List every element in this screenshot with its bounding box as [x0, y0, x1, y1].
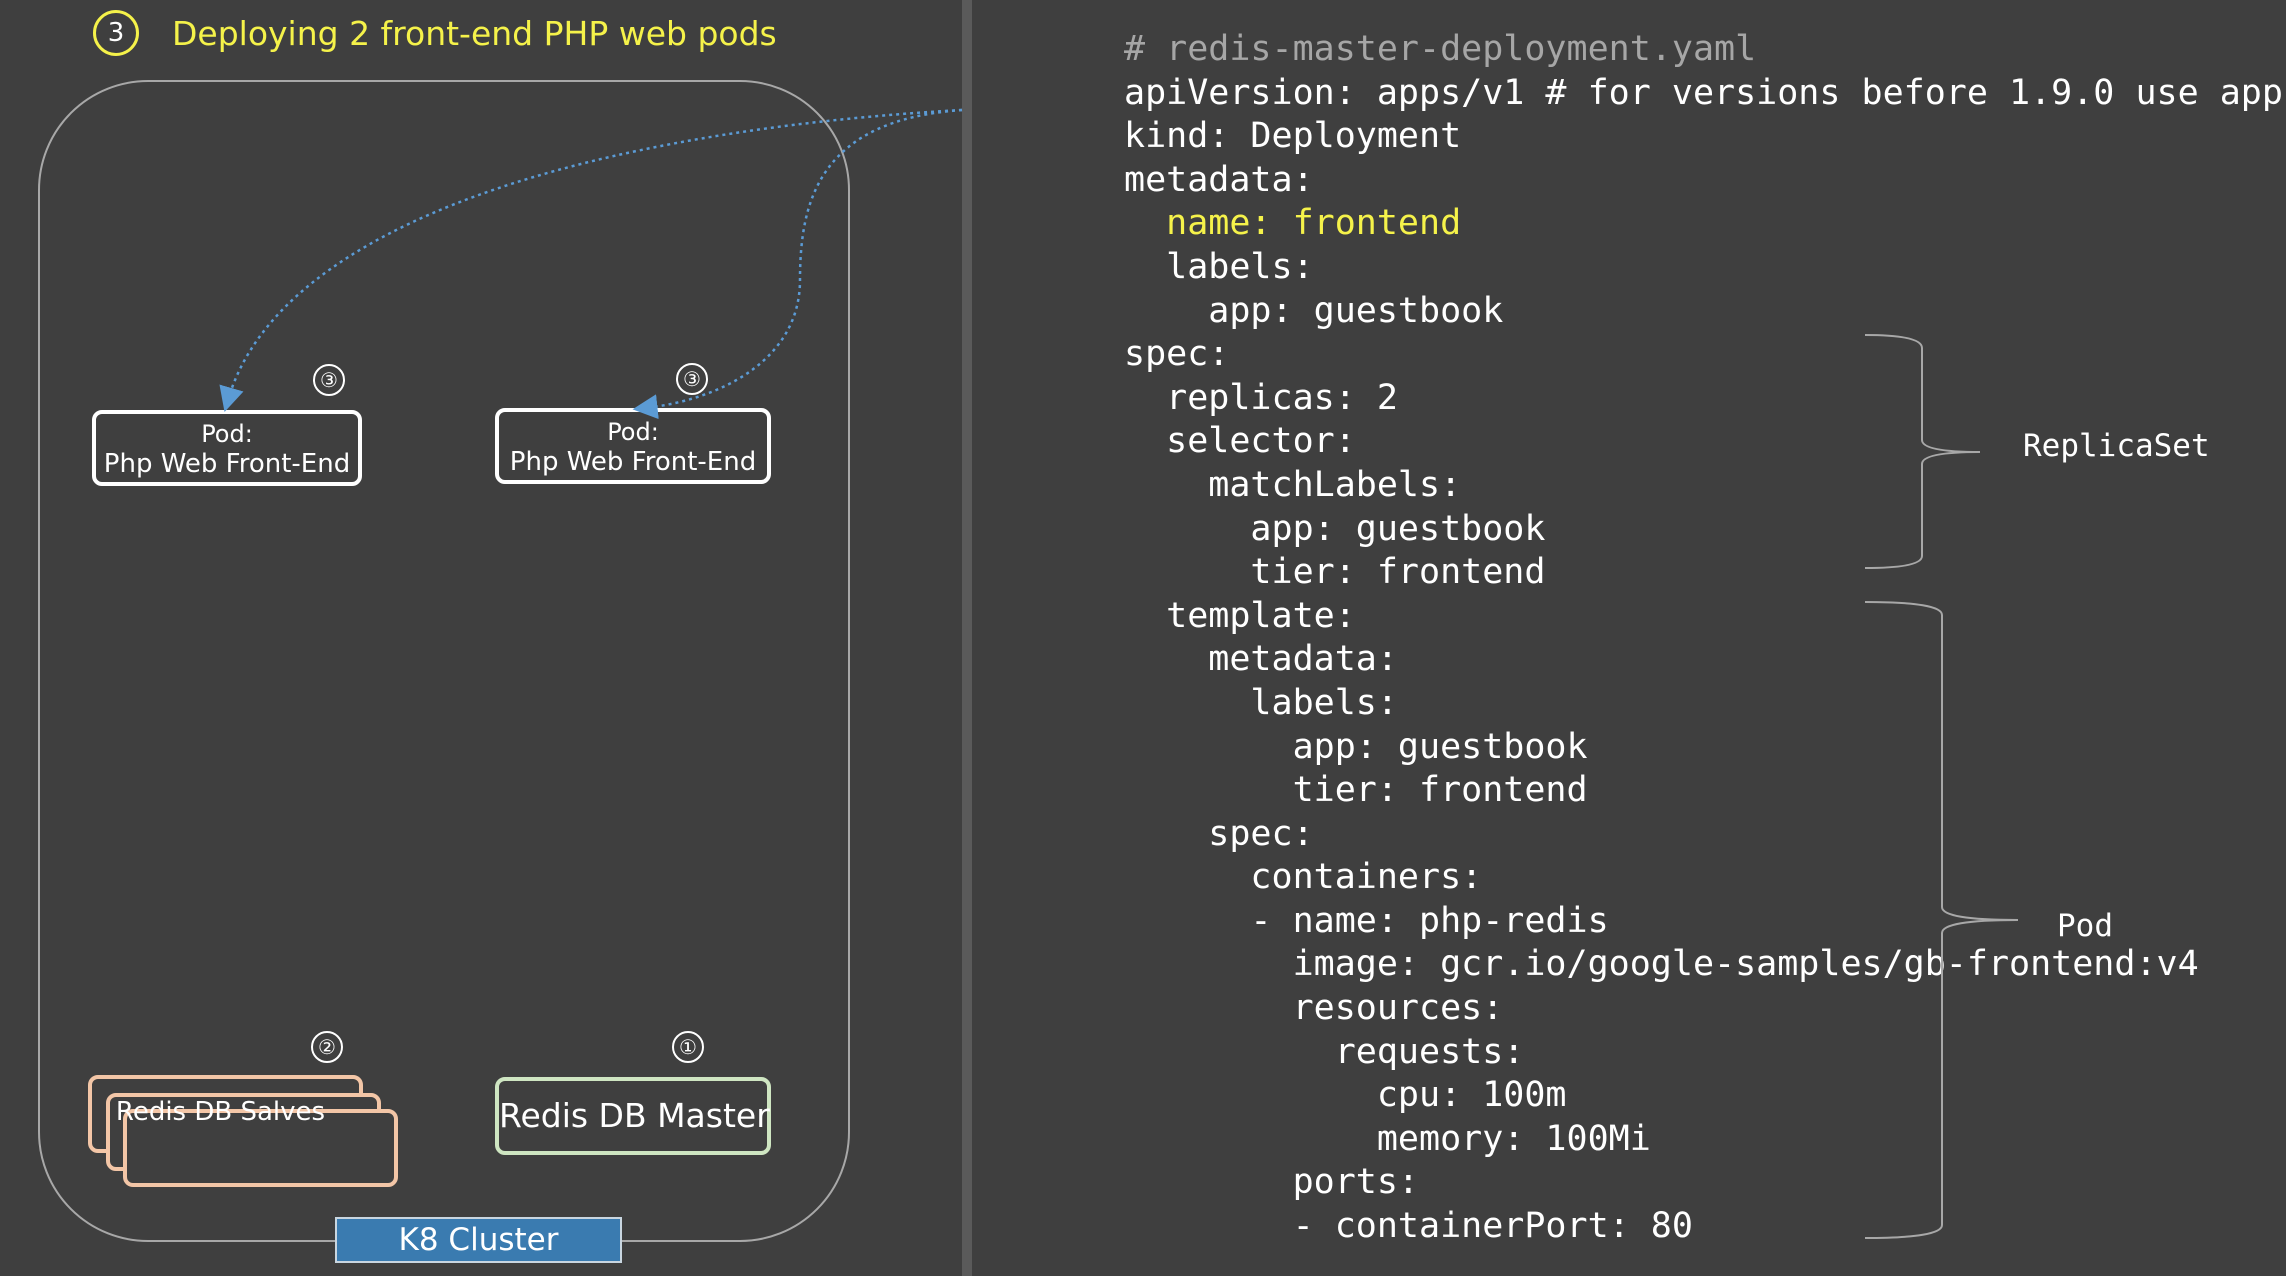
- slaves-step-marker: ②: [311, 1031, 343, 1063]
- code-line: app: guestbook: [1124, 508, 1546, 549]
- code-line: containers:: [1124, 857, 1483, 898]
- code-line: cpu: 100m: [1124, 1075, 1567, 1116]
- step-number-badge: 3: [93, 10, 139, 56]
- panel-divider: [962, 0, 972, 1276]
- code-line: metadata:: [1124, 159, 1314, 200]
- yaml-code-block: # redis-master-deployment.yaml apiVersion…: [1124, 28, 2286, 1249]
- pod-step-marker: ③: [676, 363, 708, 395]
- k8-cluster-label: K8 Cluster: [335, 1217, 622, 1263]
- replicaset-annotation: ReplicaSet: [2023, 428, 2210, 464]
- master-step-marker: ①: [672, 1031, 704, 1063]
- code-line: kind: Deployment: [1124, 116, 1462, 157]
- code-line: ports:: [1124, 1162, 1420, 1203]
- code-line: tier: frontend: [1124, 770, 1588, 811]
- php-frontend-pod: Pod: Php Web Front-End: [495, 408, 771, 484]
- code-line: spec:: [1124, 334, 1230, 375]
- code-line: requests:: [1124, 1031, 1525, 1072]
- code-line: - containerPort: 80: [1124, 1206, 1693, 1247]
- diagram-panel: 3 Deploying 2 front-end PHP web pods K8 …: [0, 0, 962, 1276]
- code-line: app: guestbook: [1124, 726, 1588, 767]
- yaml-panel: # redis-master-deployment.yaml apiVersion…: [972, 0, 2286, 1276]
- code-line: matchLabels:: [1124, 464, 1462, 505]
- code-line: image: gcr.io/google-samples/gb-frontend…: [1124, 944, 2199, 985]
- code-line: spec:: [1124, 813, 1314, 854]
- code-line: memory: 100Mi: [1124, 1118, 1651, 1159]
- pod-name: Php Web Front-End: [103, 449, 351, 479]
- code-line: app: guestbook: [1124, 290, 1504, 331]
- code-line-comment: # redis-master-deployment.yaml: [1124, 29, 1757, 69]
- code-line: apiVersion: apps/v1 # for versions befor…: [1124, 72, 2286, 113]
- code-line: replicas: 2: [1124, 377, 1398, 418]
- step-title: Deploying 2 front-end PHP web pods: [172, 14, 777, 53]
- pod-name: Php Web Front-End: [509, 447, 757, 477]
- pod-title: Pod:: [201, 420, 253, 448]
- php-frontend-pod: Pod: Php Web Front-End: [92, 410, 362, 486]
- code-line: labels:: [1124, 246, 1314, 287]
- code-line: resources:: [1124, 988, 1504, 1029]
- pod-step-marker: ③: [313, 364, 345, 396]
- code-line: tier: frontend: [1124, 552, 1546, 593]
- k8-cluster-boundary: [38, 80, 850, 1242]
- code-line: metadata:: [1124, 639, 1398, 680]
- code-line: template:: [1124, 595, 1356, 636]
- redis-slaves-stack: Redis DB Salves: [88, 1075, 400, 1189]
- redis-master-box: Redis DB Master: [495, 1077, 771, 1155]
- code-line-highlighted: name: frontend: [1124, 203, 1462, 244]
- redis-slaves-label: Redis DB Salves: [115, 1097, 326, 1127]
- code-line: labels:: [1124, 682, 1398, 723]
- pod-annotation: Pod: [2057, 908, 2113, 944]
- pod-title: Pod:: [607, 418, 659, 446]
